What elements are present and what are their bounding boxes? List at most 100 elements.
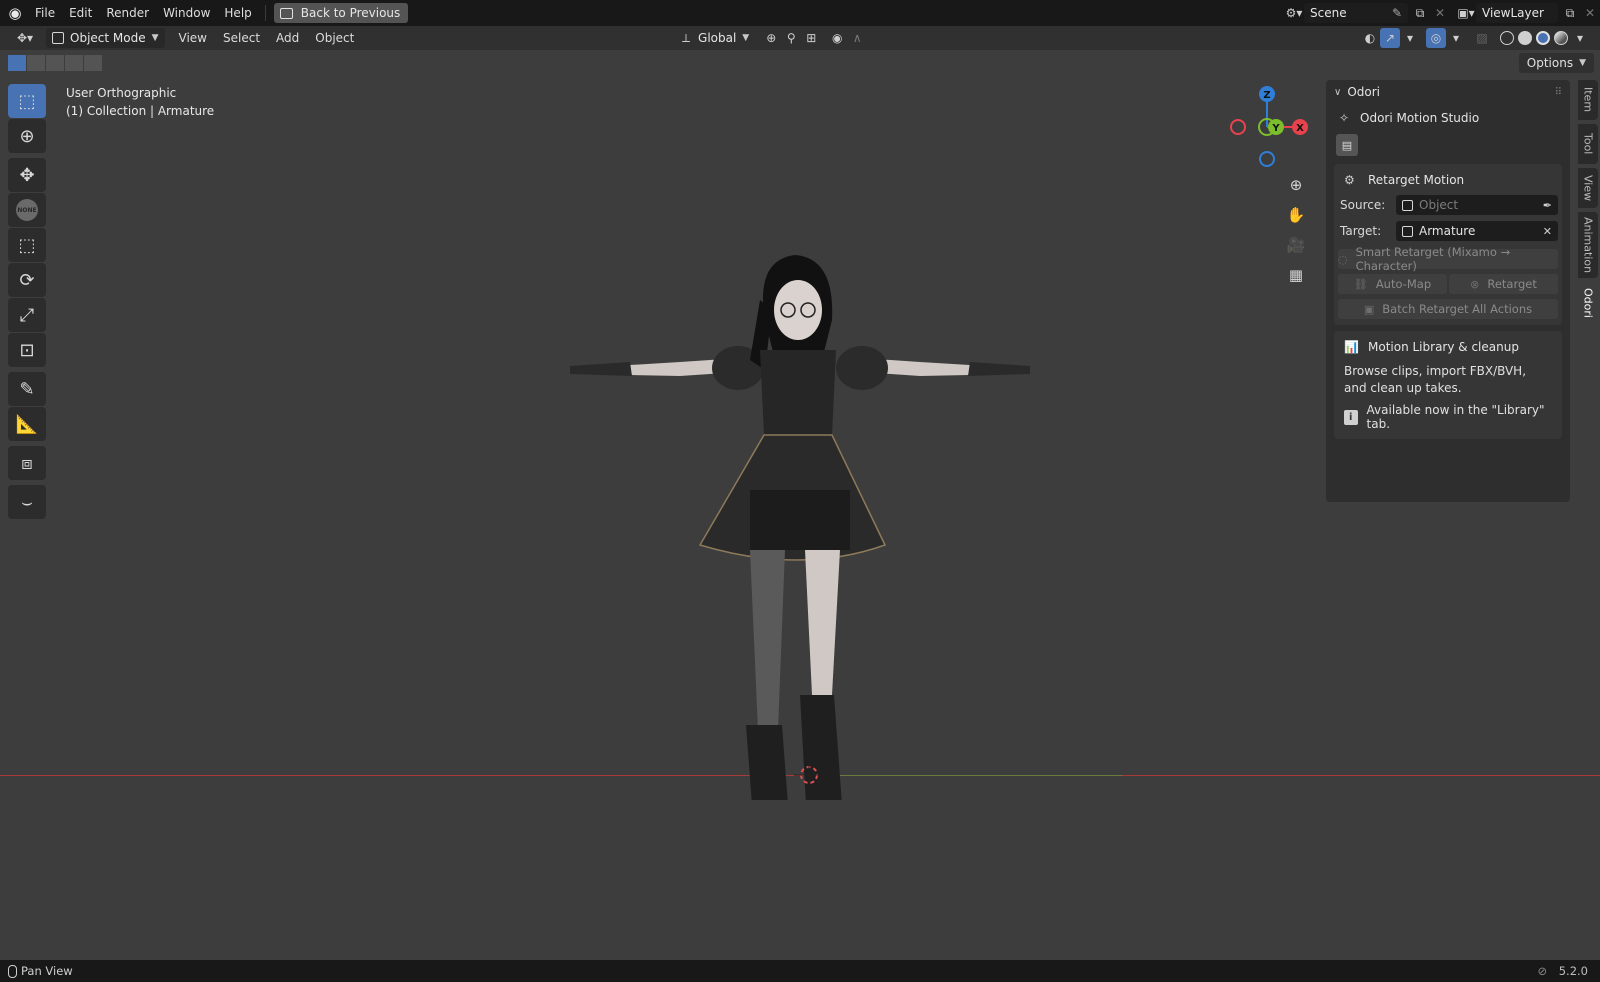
- auto-map-button[interactable]: ⛓ Auto-Map: [1338, 274, 1447, 294]
- gizmo-neg-z-axis[interactable]: [1259, 151, 1275, 167]
- link-icon: ⛓: [1353, 277, 1368, 291]
- scene-name-field[interactable]: Scene ✎: [1304, 3, 1408, 23]
- scale-tool-icon[interactable]: ⤢: [8, 298, 46, 332]
- motion-library-box: 📊 Motion Library & cleanup Browse clips,…: [1334, 331, 1562, 439]
- select-subtract-icon[interactable]: [46, 55, 64, 71]
- gizmo-y-label: Y: [1271, 123, 1280, 134]
- menu-window[interactable]: Window: [156, 0, 217, 26]
- overlay-toggle-icon[interactable]: ◎: [1426, 28, 1446, 48]
- scene-selector-icon[interactable]: ⚙▾: [1284, 3, 1304, 23]
- zoom-icon[interactable]: ⊕: [1284, 172, 1308, 198]
- retarget-button[interactable]: ⊗ Retarget: [1449, 274, 1558, 294]
- snap-toggle-icon[interactable]: ⚲: [781, 28, 801, 48]
- status-bar: Pan View ⊘ 5.2.0: [0, 960, 1600, 982]
- navigation-gizmo[interactable]: Z X Y: [1222, 82, 1312, 172]
- falloff-icon[interactable]: ∧: [847, 28, 867, 48]
- tab-tool[interactable]: Tool: [1578, 124, 1598, 164]
- snap-target-icon[interactable]: ⊞: [801, 28, 821, 48]
- target-object-field[interactable]: Armature ✕: [1396, 221, 1558, 241]
- eyedropper-icon[interactable]: ✒: [1543, 199, 1552, 212]
- menu-add[interactable]: Add: [268, 26, 307, 50]
- select-new-icon[interactable]: [8, 55, 26, 71]
- network-off-icon: ⊘: [1537, 964, 1548, 978]
- annotate-tool-icon[interactable]: ✎: [8, 372, 46, 406]
- none-tool-icon[interactable]: NONE: [8, 193, 46, 227]
- menu-view[interactable]: View: [171, 26, 215, 50]
- xray-toggle-icon[interactable]: ▨: [1472, 28, 1492, 48]
- rotate-tool-icon[interactable]: ⟳: [8, 263, 46, 297]
- retarget-icon: ⚙: [1344, 173, 1355, 187]
- select-invert-icon[interactable]: [65, 55, 83, 71]
- rendered-shading-icon[interactable]: [1554, 31, 1568, 45]
- transform-tool-icon[interactable]: ⊡: [8, 333, 46, 367]
- smart-retarget-button[interactable]: ◌ Smart Retarget (Mixamo → Character): [1338, 245, 1558, 273]
- select-box-tool-icon[interactable]: ⬚: [8, 84, 46, 118]
- back-to-previous-button[interactable]: Back to Previous: [273, 3, 409, 23]
- wireframe-shading-icon[interactable]: [1500, 31, 1514, 45]
- overlay-dropdown-icon[interactable]: ▾: [1446, 28, 1466, 48]
- graph-icon: 📊: [1344, 340, 1359, 354]
- camera-view-icon[interactable]: 🎥: [1284, 232, 1308, 258]
- menu-render[interactable]: Render: [99, 0, 156, 26]
- smart-icon: ◌: [1338, 252, 1348, 266]
- pin-icon[interactable]: ✎: [1392, 6, 1402, 20]
- source-object-field[interactable]: Object ✒: [1396, 195, 1558, 215]
- transform-orientation-dropdown[interactable]: ⟂ Global ▼: [676, 28, 755, 48]
- menu-object[interactable]: Object: [307, 26, 362, 50]
- view-layer-selector-icon[interactable]: ▣▾: [1456, 3, 1476, 23]
- info-line: i Available now in the "Library" tab.: [1338, 397, 1558, 431]
- select-extend-icon[interactable]: [27, 55, 45, 71]
- source-placeholder: Object: [1419, 198, 1459, 212]
- viewport-header: ✥▾ Object Mode ▼ View Select Add Object …: [0, 26, 1600, 50]
- select-intersect-icon[interactable]: [84, 55, 102, 71]
- odori-panel-header[interactable]: ∨ Odori ⠿: [1326, 80, 1570, 104]
- solid-shading-icon[interactable]: [1518, 31, 1532, 45]
- pan-hand-icon[interactable]: ✋: [1284, 202, 1308, 228]
- orthographic-grid-icon[interactable]: ▦: [1284, 262, 1308, 288]
- blender-logo-icon[interactable]: ◉: [2, 0, 28, 26]
- library-icon[interactable]: ▤: [1336, 134, 1358, 156]
- tab-animation[interactable]: Animation: [1578, 212, 1598, 278]
- 3d-viewport[interactable]: Options ▼ User Orthographic (1) Collecti…: [0, 50, 1600, 960]
- clear-icon[interactable]: ✕: [1543, 225, 1552, 238]
- material-preview-shading-icon[interactable]: [1536, 31, 1550, 45]
- motion-library-description: Browse clips, import FBX/BVH, and clean …: [1344, 364, 1527, 395]
- shading-dropdown-icon[interactable]: ▾: [1570, 28, 1590, 48]
- motion-library-header: 📊 Motion Library & cleanup: [1338, 335, 1558, 359]
- version-number: 5.2.0: [1558, 964, 1588, 978]
- left-glove: [570, 362, 632, 376]
- pivot-point-icon[interactable]: ⊕: [761, 28, 781, 48]
- view-layer-field[interactable]: ViewLayer: [1476, 3, 1558, 23]
- new-view-layer-icon[interactable]: ⧉: [1560, 3, 1580, 23]
- cursor-tool-icon[interactable]: ⊕: [8, 119, 46, 153]
- tab-item[interactable]: Item: [1578, 80, 1598, 120]
- menu-select[interactable]: Select: [215, 26, 268, 50]
- batch-retarget-button[interactable]: ▣ Batch Retarget All Actions: [1338, 299, 1558, 319]
- add-cube-tool-icon[interactable]: ⧈: [8, 446, 46, 480]
- proportional-edit-icon[interactable]: ◉: [827, 28, 847, 48]
- character-armature-model[interactable]: [560, 200, 1040, 800]
- new-scene-icon[interactable]: ⧉: [1410, 3, 1430, 23]
- tab-view[interactable]: View: [1578, 168, 1598, 208]
- measure-tool-icon[interactable]: 📐: [8, 407, 46, 441]
- delete-view-layer-icon[interactable]: ✕: [1580, 3, 1600, 23]
- gizmo-toggle-icon[interactable]: ↗: [1380, 28, 1400, 48]
- select-tweak-tool-icon[interactable]: ⬚: [8, 228, 46, 262]
- sidebar-panel: ∨ Odori ⠿ ✧ Odori Motion Studio ▤ ⚙ Reta…: [1326, 80, 1570, 502]
- menu-help[interactable]: Help: [217, 0, 258, 26]
- drag-handle-icon[interactable]: ⠿: [1555, 87, 1562, 98]
- gizmo-dropdown-icon[interactable]: ▾: [1400, 28, 1420, 48]
- mode-dropdown[interactable]: Object Mode ▼: [46, 28, 165, 48]
- gizmo-x-label: X: [1296, 123, 1304, 134]
- editor-type-icon[interactable]: ✥▾: [10, 28, 40, 48]
- tab-odori[interactable]: Odori: [1578, 282, 1598, 324]
- gizmo-neg-x-axis[interactable]: [1230, 119, 1246, 135]
- menu-file[interactable]: File: [28, 0, 62, 26]
- add-curve-tool-icon[interactable]: ⌣: [8, 485, 46, 519]
- delete-scene-icon[interactable]: ✕: [1430, 3, 1450, 23]
- options-dropdown[interactable]: Options ▼: [1518, 53, 1594, 73]
- visibility-icon[interactable]: ◐: [1360, 28, 1380, 48]
- menu-edit[interactable]: Edit: [62, 0, 99, 26]
- move-tool-icon[interactable]: ✥: [8, 158, 46, 192]
- mode-label: Object Mode: [70, 31, 146, 45]
